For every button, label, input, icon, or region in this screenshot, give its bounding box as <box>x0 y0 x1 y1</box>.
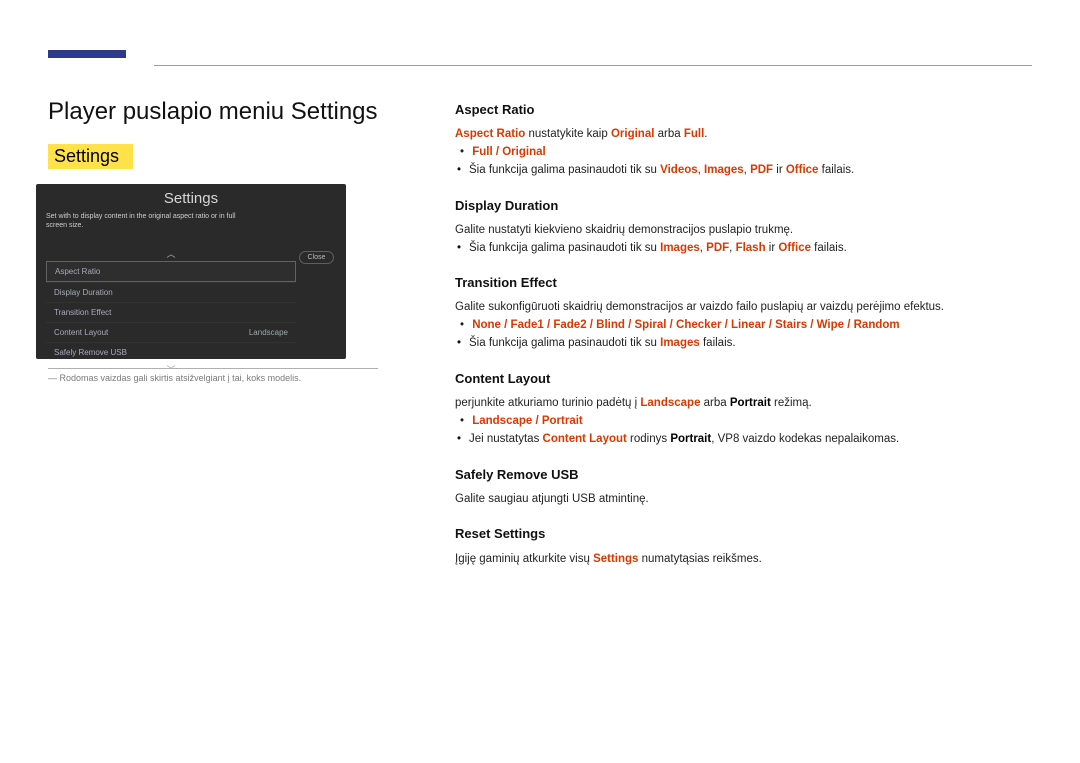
bold-red: PDF <box>706 242 729 254</box>
text: failais. <box>818 164 854 176</box>
transition-note: Šia funkcija galima pasinaudoti tik su I… <box>455 335 995 353</box>
bold-red: Videos <box>660 164 698 176</box>
bold-black: Portrait <box>730 397 771 409</box>
display-heading: Display Duration <box>455 196 995 216</box>
bullet-icon: • <box>455 413 469 431</box>
bold-red: Settings <box>593 553 638 565</box>
text: failais. <box>811 242 847 254</box>
section-aspect-ratio: Aspect Ratio Aspect Ratio nustatykite ka… <box>455 100 995 180</box>
right-column: Aspect Ratio Aspect Ratio nustatykite ka… <box>455 100 995 584</box>
text: Jei nustatytas <box>469 433 543 445</box>
transition-options: • None / Fade1 / Fade2 / Blind / Spiral … <box>455 317 995 335</box>
settings-panel: Settings Set with to display content in … <box>36 184 346 359</box>
top-rule <box>154 65 1032 66</box>
panel-list: ︿ Aspect Ratio Display Duration Transiti… <box>46 246 296 377</box>
text: rodinys <box>627 433 670 445</box>
text: režimą. <box>771 397 812 409</box>
panel-row-display-duration[interactable]: Display Duration <box>46 282 296 302</box>
text: perjunkite atkuriamo turinio padėtų į <box>455 397 640 409</box>
bold-red: Flash <box>736 242 766 254</box>
bold-red: Images <box>660 337 700 349</box>
bold-black: Portrait <box>670 433 711 445</box>
reset-heading: Reset Settings <box>455 524 995 544</box>
transition-heading: Transition Effect <box>455 273 995 293</box>
panel-row-value: Landscape <box>249 328 288 337</box>
aspect-note: Šia funkcija galima pasinaudoti tik su V… <box>455 162 995 180</box>
bullet-icon: • <box>455 144 469 162</box>
bold-red: Original <box>611 128 654 140</box>
transition-text: Galite sukonfigūruoti skaidrių demonstra… <box>455 299 995 317</box>
aspect-line1: Aspect Ratio nustatykite kaip Original a… <box>455 126 995 144</box>
section-heading-settings: Settings <box>48 144 133 169</box>
close-button[interactable]: Close <box>299 251 334 264</box>
bold-red: Landscape <box>640 397 700 409</box>
panel-row-label: Content Layout <box>54 328 108 337</box>
content-heading: Content Layout <box>455 369 995 389</box>
bold-red: Office <box>786 164 819 176</box>
section-content-layout: Content Layout perjunkite atkuriamo turi… <box>455 369 995 449</box>
panel-label-text: to display content in <box>71 213 137 220</box>
option-values: None / Fade1 / Fade2 / Blind / Spiral / … <box>472 319 899 331</box>
bold-red: Content Layout <box>543 433 627 445</box>
display-text: Galite nustatyti kiekvieno skaidrių demo… <box>455 222 995 240</box>
chevron-up-icon[interactable]: ︿ <box>46 246 296 261</box>
section-reset-settings: Reset Settings Įgiję gaminių atkurkite v… <box>455 524 995 568</box>
safely-heading: Safely Remove USB <box>455 465 995 485</box>
text: numatytąsias reikšmes. <box>638 553 761 565</box>
reset-text: Įgiję gaminių atkurkite visų Settings nu… <box>455 551 995 569</box>
bold-red: Office <box>778 242 811 254</box>
content-text: perjunkite atkuriamo turinio padėtų į La… <box>455 395 995 413</box>
bold-red: Aspect Ratio <box>455 128 525 140</box>
content-options: • Landscape / Portrait <box>455 413 995 431</box>
text: Įgiję gaminių atkurkite visų <box>455 553 593 565</box>
accent-bar <box>48 50 126 58</box>
bold-red: Images <box>704 164 744 176</box>
option-values: Full / Original <box>472 146 545 158</box>
panel-title: Settings <box>36 184 346 207</box>
panel-label: Set with to display content in the origi… <box>46 212 246 231</box>
panel-label-bold: with <box>58 213 70 220</box>
text: arba <box>700 397 729 409</box>
display-note: Šia funkcija galima pasinaudoti tik su I… <box>455 240 995 258</box>
panel-row-safely-remove-usb[interactable]: Safely Remove USB <box>46 342 296 362</box>
section-safely-remove-usb: Safely Remove USB Galite saugiau atjungt… <box>455 465 995 509</box>
safely-text: Galite saugiau atjungti USB atmintinę. <box>455 491 995 509</box>
option-values: Landscape / Portrait <box>472 415 583 427</box>
text: , VP8 vaizdo kodekas nepalaikomas. <box>711 433 899 445</box>
footnote: Rodomas vaizdas gali skirtis atsižvelgia… <box>48 368 378 383</box>
text: Šia funkcija galima pasinaudoti tik su <box>469 242 660 254</box>
text: . <box>704 128 707 140</box>
text: ir <box>766 242 779 254</box>
text: Šia funkcija galima pasinaudoti tik su <box>469 164 660 176</box>
bullet-icon: • <box>455 317 469 335</box>
bold-red: Images <box>660 242 700 254</box>
panel-row-content-layout[interactable]: Content Layout Landscape <box>46 322 296 342</box>
text: failais. <box>700 337 736 349</box>
panel-label-text: Set <box>46 213 58 220</box>
text: Šia funkcija galima pasinaudoti tik su <box>469 337 660 349</box>
panel-label-bold: the <box>137 213 147 220</box>
page-title: Player puslapio meniu Settings <box>48 98 378 126</box>
content-note: Jei nustatytas Content Layout rodinys Po… <box>455 431 995 449</box>
bold-red: Full <box>684 128 704 140</box>
section-transition-effect: Transition Effect Galite sukonfigūruoti … <box>455 273 995 353</box>
text: arba <box>654 128 683 140</box>
bold-red: PDF <box>750 164 773 176</box>
panel-row-transition-effect[interactable]: Transition Effect <box>46 302 296 322</box>
text: nustatykite kaip <box>525 128 611 140</box>
panel-row-aspect-ratio[interactable]: Aspect Ratio <box>46 261 296 282</box>
aspect-options: • Full / Original <box>455 144 995 162</box>
section-display-duration: Display Duration Galite nustatyti kiekvi… <box>455 196 995 258</box>
aspect-heading: Aspect Ratio <box>455 100 995 120</box>
text: ir <box>773 164 786 176</box>
